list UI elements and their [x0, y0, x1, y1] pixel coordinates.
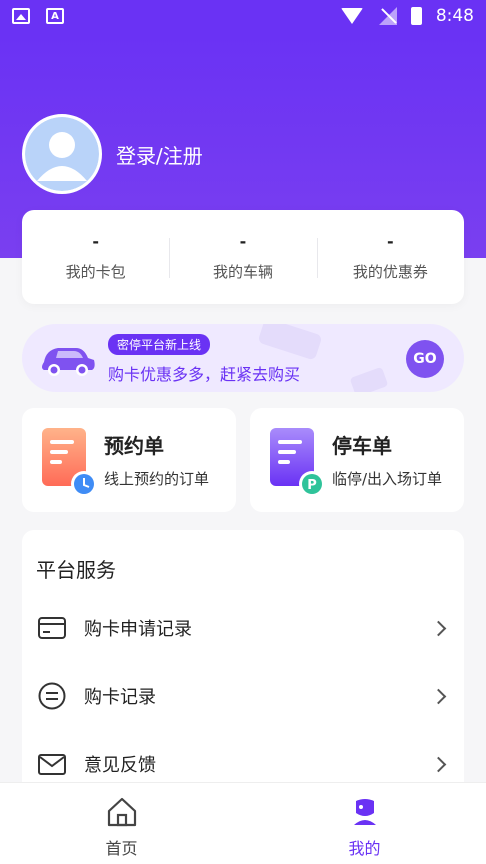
mail-icon	[38, 754, 66, 775]
card-icon	[38, 617, 66, 639]
status-bar: A 8:48	[0, 0, 486, 32]
stat-value: -	[239, 232, 247, 251]
stat-label: 我的卡包	[65, 263, 126, 281]
login-register-link[interactable]: 登录/注册	[116, 140, 203, 169]
section-title: 平台服务	[36, 558, 116, 582]
reservation-order-card[interactable]: 预约单 线上预约的订单	[22, 408, 236, 512]
promo-badge: 密停平台新上线	[108, 334, 211, 355]
chevron-right-icon	[430, 620, 447, 636]
stat-coupons[interactable]: - 我的优惠券	[316, 232, 464, 282]
image-icon	[12, 8, 30, 24]
chevron-right-icon	[430, 756, 447, 772]
parking-order-card[interactable]: P 停车单 临停/出入场订单	[250, 408, 464, 512]
promo-text: 购卡优惠多多，赶紧去购买	[108, 365, 301, 384]
clock-document-icon	[42, 428, 97, 497]
a-icon: A	[46, 8, 64, 24]
avatar-icon[interactable]	[22, 114, 102, 194]
order-subtitle: 线上预约的订单	[104, 470, 210, 488]
status-time: 8:48	[435, 6, 474, 26]
bottom-nav: 首页 我的	[0, 782, 486, 864]
stats-card: - 我的卡包 - 我的车辆 - 我的优惠券	[22, 210, 464, 304]
stat-value: -	[92, 232, 99, 251]
platform-services: 平台服务 购卡申请记录 购卡记录 意见反馈	[22, 530, 464, 790]
stat-vehicles[interactable]: - 我的车辆	[169, 232, 316, 282]
battery-icon	[410, 7, 422, 25]
stat-label: 我的优惠券	[352, 263, 428, 281]
order-subtitle: 临停/出入场订单	[332, 470, 443, 488]
promo-banner[interactable]: 密停平台新上线 购卡优惠多多，赶紧去购买 GO	[22, 324, 464, 392]
stat-label: 我的车辆	[212, 263, 273, 281]
signal-icon	[377, 7, 397, 25]
list-circle-icon	[38, 682, 66, 710]
profile-icon	[353, 799, 376, 825]
stat-value: -	[387, 232, 394, 251]
service-label: 意见反馈	[84, 755, 156, 776]
decoration	[257, 324, 323, 361]
stat-card-wallet[interactable]: - 我的卡包	[22, 232, 169, 282]
service-card-records[interactable]: 购卡记录	[22, 666, 464, 726]
go-button[interactable]: GO	[406, 340, 444, 378]
nav-mine[interactable]: 我的	[243, 783, 486, 864]
order-title: 预约单	[104, 434, 164, 458]
nav-label: 我的	[348, 839, 381, 858]
nav-label: 首页	[105, 839, 138, 858]
service-card-application-records[interactable]: 购卡申请记录	[22, 598, 464, 658]
nav-home[interactable]: 首页	[0, 783, 243, 864]
car-icon	[42, 348, 95, 376]
wifi-icon	[340, 8, 363, 24]
home-icon	[107, 797, 136, 827]
order-title: 停车单	[332, 434, 392, 458]
service-label: 购卡申请记录	[84, 619, 192, 640]
decoration	[349, 366, 389, 392]
service-label: 购卡记录	[84, 687, 156, 708]
chevron-right-icon	[430, 688, 447, 704]
parking-document-icon: P	[270, 428, 325, 497]
svg-text:P: P	[307, 478, 317, 493]
